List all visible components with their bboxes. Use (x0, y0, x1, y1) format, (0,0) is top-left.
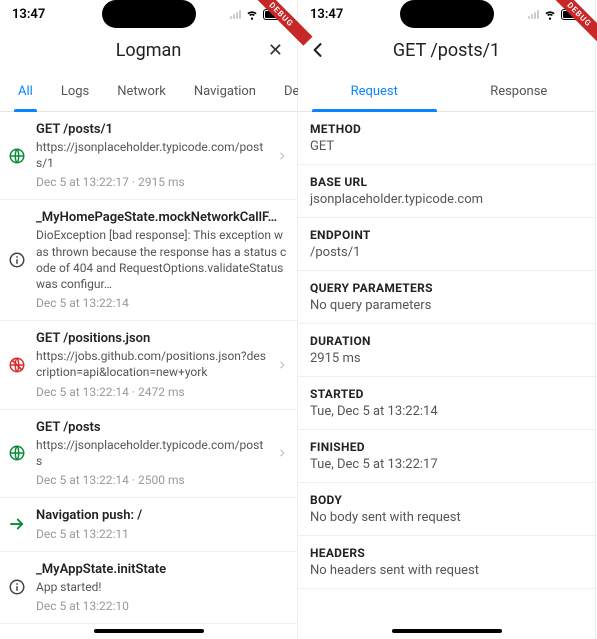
section-label: HEADERS (310, 546, 583, 560)
list-item-title: GET /posts (36, 420, 269, 435)
tab-navigation[interactable]: Navigation (180, 72, 270, 111)
section-value: No body sent with request (310, 510, 583, 525)
list-item[interactable]: GET /posts https://jsonplaceholder.typico… (0, 410, 297, 498)
list-item-body: GET /posts/1 https://jsonplaceholder.typi… (36, 122, 269, 189)
section-value: GET (310, 139, 583, 154)
globe-red-icon (6, 356, 28, 374)
page-title: Logman (116, 40, 182, 61)
list-item-subtitle: https://jsonplaceholder.typicode.com/pos… (36, 437, 269, 469)
notch (102, 0, 196, 28)
detail-section: HEADERS No headers sent with request (298, 536, 595, 589)
list-item[interactable]: GET /positions.json https://jobs.github.c… (0, 321, 297, 409)
status-time: 13:47 (12, 7, 72, 22)
list-item-body: _MyHomePageState.mockNetworkCallF… DioExc… (36, 210, 287, 310)
list-item[interactable]: GET /posts/1 https://jsonplaceholder.typi… (0, 112, 297, 200)
section-label: ENDPOINT (310, 228, 583, 242)
page-title: GET /posts/1 (393, 40, 500, 61)
tabs: RequestResponse (298, 72, 595, 112)
section-label: BASE URL (310, 175, 583, 189)
detail-section: ENDPOINT/posts/1 (298, 218, 595, 271)
tabs: AllLogsNetworkNavigationDebug (0, 72, 297, 112)
list-item-subtitle: https://jobs.github.com/positions.json?d… (36, 348, 269, 380)
section-label: DURATION (310, 334, 583, 348)
arrow-right-green-icon (6, 515, 28, 533)
section-label: QUERY PARAMETERS (310, 281, 583, 295)
globe-green-icon (6, 147, 28, 165)
section-label: BODY (310, 493, 583, 507)
tab-request[interactable]: Request (302, 72, 447, 111)
close-button[interactable]: ✕ (268, 40, 283, 61)
list-item-meta: Dec 5 at 13:22:10 (36, 599, 287, 613)
chevron-right-icon (277, 149, 287, 163)
detail-sections[interactable]: METHOD GET BASE URL jsonplaceholder.typicod… (298, 112, 595, 639)
tab-response[interactable]: Response (447, 72, 592, 111)
list-item-subtitle: https://jsonplaceholder.typicode.com/pos… (36, 139, 269, 171)
globe-green-icon (6, 444, 28, 462)
list-item-meta: Dec 5 at 13:22:14 · 2500 ms (36, 473, 269, 487)
wifi-icon (543, 7, 557, 21)
section-value: 2915 ms (310, 351, 583, 366)
list-item-body: GET /positions.json https://jobs.github.c… (36, 331, 269, 398)
list-item[interactable]: _MyAppState.initState App started! Dec 5 a… (0, 552, 297, 624)
phone-left: DEBUG 13:47 Logman ✕ AllLogsNetworkNavig… (0, 0, 298, 639)
section-label: METHOD (310, 122, 583, 136)
tab-all[interactable]: All (4, 72, 47, 111)
header: Logman ✕ (0, 28, 297, 72)
status-bar: 13:47 (0, 0, 297, 28)
section-value: Tue, Dec 5 at 13:22:14 (310, 404, 583, 419)
list-item-title: Navigation push: / (36, 508, 287, 523)
list-item-subtitle: App started! (36, 579, 287, 595)
detail-section: BODY No body sent with request (298, 483, 595, 536)
tab-logs[interactable]: Logs (47, 72, 103, 111)
detail-section: STARTED Tue, Dec 5 at 13:22:14 (298, 377, 595, 430)
chevron-right-icon (277, 446, 287, 460)
cellular-icon (230, 10, 241, 19)
phone-right: DEBUG 13:47 GET /posts/1 RequestResponse… (298, 0, 596, 639)
log-list[interactable]: GET /posts/1 https://jsonplaceholder.typi… (0, 112, 297, 639)
back-button[interactable] (308, 40, 328, 60)
list-item-meta: Dec 5 at 13:22:11 (36, 527, 287, 541)
detail-section: METHOD GET (298, 112, 595, 165)
detail-section: BASE URL jsonplaceholder.typicode.com (298, 165, 595, 218)
section-value: /posts/1 (310, 245, 583, 260)
list-item-subtitle: DioException [bad response]: This except… (36, 227, 287, 292)
chevron-right-icon (277, 358, 287, 372)
cellular-icon (528, 10, 539, 19)
section-value: No headers sent with request (310, 563, 583, 578)
section-label: STARTED (310, 387, 583, 401)
list-item-title: _MyAppState.initState (36, 562, 287, 577)
list-item-body: GET /posts https://jsonplaceholder.typico… (36, 420, 269, 487)
list-item-meta: Dec 5 at 13:22:17 · 2915 ms (36, 175, 269, 189)
status-bar: 13:47 (298, 0, 595, 28)
detail-section: DURATION 2915 ms (298, 324, 595, 377)
list-item-title: _MyHomePageState.mockNetworkCallF… (36, 210, 287, 225)
section-value: Tue, Dec 5 at 13:22:17 (310, 457, 583, 472)
home-indicator[interactable] (94, 629, 204, 633)
list-item-title: GET /posts/1 (36, 122, 269, 137)
detail-section: FINISHED Tue, Dec 5 at 13:22:17 (298, 430, 595, 483)
wifi-icon (245, 7, 259, 21)
list-item-meta: Dec 5 at 13:22:14 · 2472 ms (36, 385, 269, 399)
list-item[interactable]: _MyHomePageState.mockNetworkCallF… DioExc… (0, 200, 297, 321)
section-label: FINISHED (310, 440, 583, 454)
chevron-left-icon (308, 40, 328, 60)
list-item[interactable]: Navigation push: / Dec 5 at 13:22:11 (0, 498, 297, 552)
header: GET /posts/1 (298, 28, 595, 72)
tab-network[interactable]: Network (103, 72, 180, 111)
detail-section: QUERY PARAMETERS No query parameters (298, 271, 595, 324)
list-item-title: GET /positions.json (36, 331, 269, 346)
home-indicator[interactable] (392, 629, 502, 633)
status-time: 13:47 (310, 7, 370, 22)
list-item-meta: Dec 5 at 13:22:14 (36, 296, 287, 310)
list-item-body: Navigation push: / Dec 5 at 13:22:11 (36, 508, 287, 541)
info-icon (6, 251, 28, 269)
info-icon (6, 578, 28, 596)
notch (400, 0, 494, 28)
section-value: jsonplaceholder.typicode.com (310, 192, 583, 207)
section-value: No query parameters (310, 298, 583, 313)
list-item-body: _MyAppState.initState App started! Dec 5 a… (36, 562, 287, 613)
